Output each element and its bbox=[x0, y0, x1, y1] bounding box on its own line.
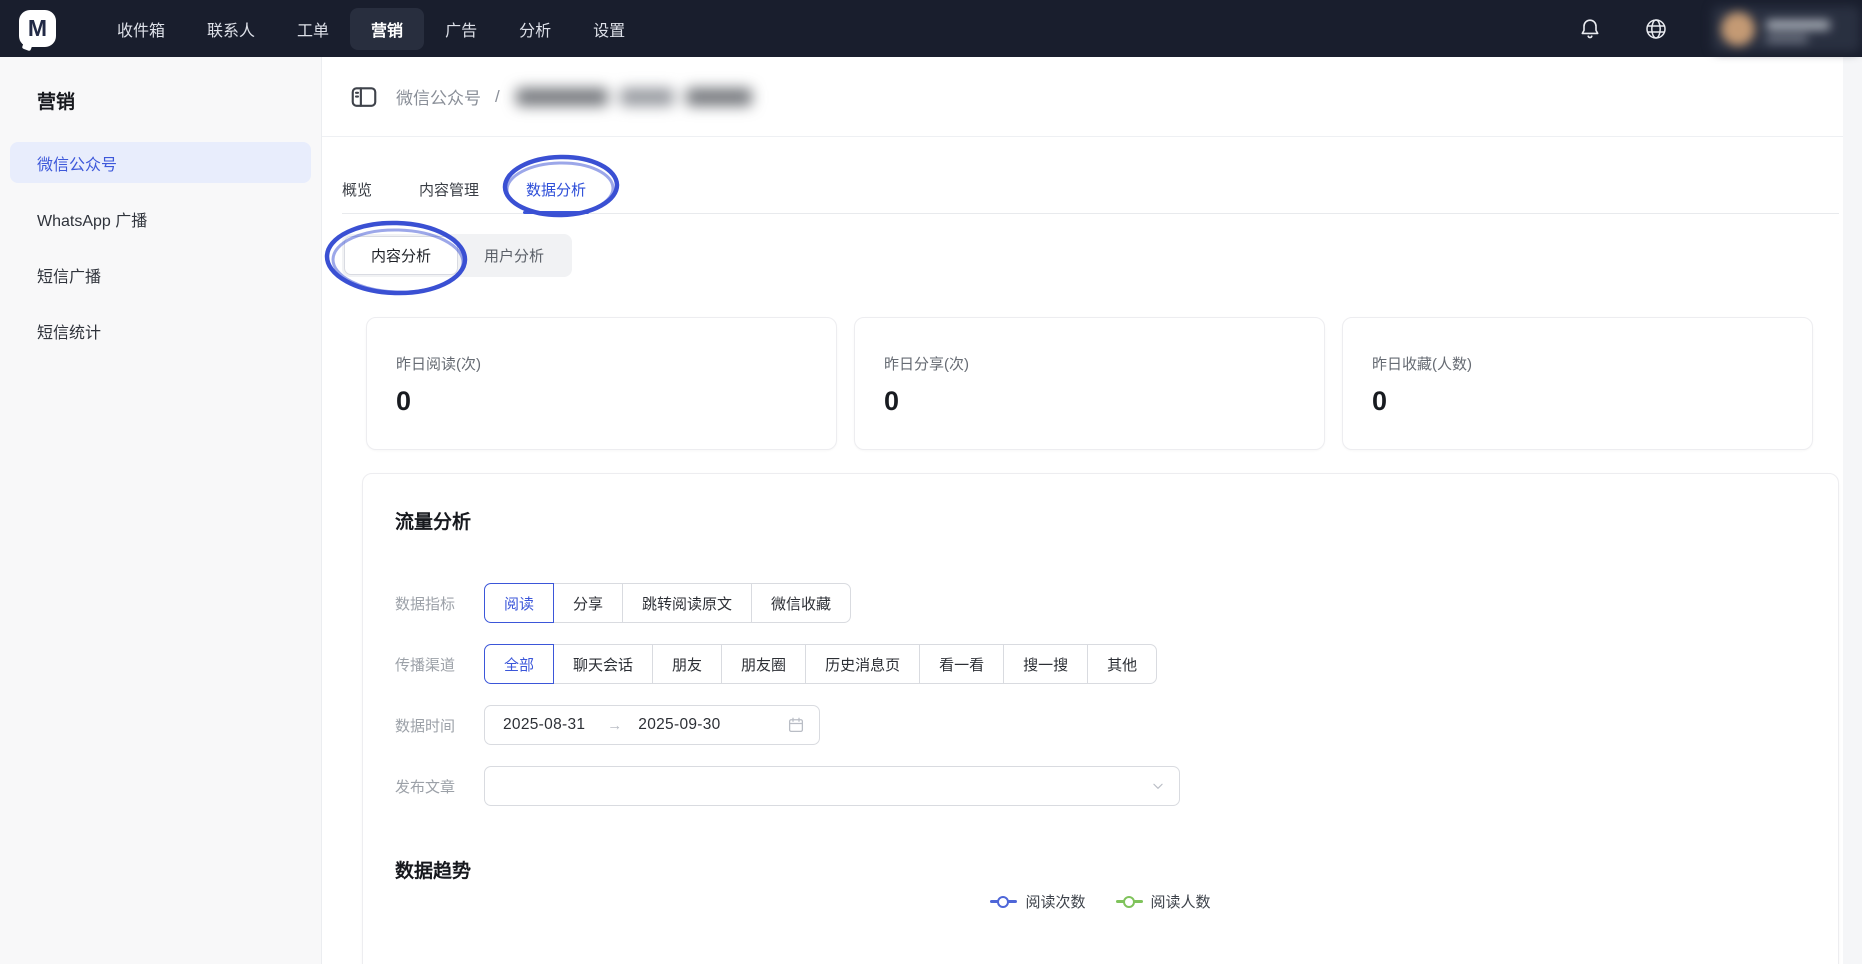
breadcrumb-separator: / bbox=[495, 87, 500, 107]
channel-option-6[interactable]: 搜一搜 bbox=[1003, 644, 1088, 684]
sidebar-title: 营销 bbox=[37, 87, 321, 114]
metric-option-0[interactable]: 阅读 bbox=[484, 583, 554, 623]
navbar-right bbox=[1578, 6, 1862, 52]
trend-legend: 阅读次数 阅读人数 bbox=[363, 891, 1838, 912]
date-end-value[interactable]: 2025-09-30 bbox=[638, 716, 720, 734]
traffic-analysis-card: 流量分析 数据指标 阅读分享跳转阅读原文微信收藏 传播渠道 全部聊天会话朋友朋友… bbox=[362, 473, 1839, 964]
sidebar: 营销 微信公众号 WhatsApp 广播短信广播短信统计 bbox=[0, 57, 322, 964]
metric-option-3[interactable]: 微信收藏 bbox=[751, 583, 851, 623]
stat-card-value: 0 bbox=[1372, 386, 1783, 417]
nav-item-marketing[interactable]: 营销 bbox=[350, 8, 424, 50]
calendar-icon[interactable] bbox=[787, 716, 805, 734]
article-filter-label: 发布文章 bbox=[395, 776, 484, 797]
app-logo[interactable]: M bbox=[19, 10, 56, 47]
channel-option-2[interactable]: 朋友 bbox=[652, 644, 722, 684]
tab-content-management[interactable]: 内容管理 bbox=[419, 165, 479, 213]
user-name-blurred bbox=[1766, 20, 1830, 30]
legend-label: 阅读次数 bbox=[1025, 891, 1085, 912]
subtab-switch: 内容分析用户分析 bbox=[342, 234, 572, 277]
channel-filter-row: 传播渠道 全部聊天会话朋友朋友圈历史消息页看一看搜一搜其他 bbox=[395, 644, 1157, 684]
nav-item-contacts[interactable]: 联系人 bbox=[186, 8, 276, 50]
stat-card: 昨日阅读(次) 0 bbox=[366, 317, 837, 450]
nav-item-analytics[interactable]: 分析 bbox=[498, 8, 572, 50]
legend-marker-icon bbox=[990, 896, 1017, 908]
channel-option-3[interactable]: 朋友圈 bbox=[721, 644, 806, 684]
sidebar-item-whatsapp-broadcast[interactable]: WhatsApp 广播 bbox=[10, 198, 311, 239]
page-title-blurred bbox=[516, 88, 752, 106]
stat-card: 昨日收藏(人数) 0 bbox=[1342, 317, 1813, 450]
chevron-down-icon bbox=[1151, 779, 1165, 793]
nav-item-tickets[interactable]: 工单 bbox=[276, 8, 350, 50]
article-select[interactable] bbox=[484, 766, 1180, 806]
date-filter-label: 数据时间 bbox=[395, 715, 484, 736]
user-role-blurred bbox=[1766, 35, 1808, 43]
legend-label: 阅读人数 bbox=[1151, 891, 1211, 912]
nav-item-ads[interactable]: 广告 bbox=[424, 8, 498, 50]
page-header: 微信公众号 / bbox=[322, 57, 1862, 137]
channel-filter-label: 传播渠道 bbox=[395, 654, 484, 675]
stat-card-label: 昨日分享(次) bbox=[884, 353, 1295, 374]
stat-cards-row: 昨日阅读(次) 0 昨日分享(次) 0 昨日收藏(人数) 0 bbox=[366, 317, 1813, 450]
date-range-arrow-icon: → bbox=[607, 717, 622, 734]
stat-card: 昨日分享(次) 0 bbox=[854, 317, 1325, 450]
sidebar-item-sms-broadcast[interactable]: 短信广播 bbox=[10, 254, 311, 295]
legend-item[interactable]: 阅读次数 bbox=[990, 891, 1085, 912]
user-account-chip-blurred[interactable] bbox=[1712, 6, 1860, 52]
channel-option-4[interactable]: 历史消息页 bbox=[805, 644, 920, 684]
legend-marker-icon bbox=[1116, 896, 1143, 908]
collapse-sidebar-icon[interactable] bbox=[349, 82, 379, 112]
globe-icon[interactable] bbox=[1644, 17, 1668, 41]
date-start-value[interactable]: 2025-08-31 bbox=[503, 716, 585, 734]
top-navbar: M 收件箱联系人工单营销广告分析设置 bbox=[0, 0, 1862, 57]
avatar bbox=[1721, 12, 1755, 46]
channel-button-group: 全部聊天会话朋友朋友圈历史消息页看一看搜一搜其他 bbox=[484, 644, 1157, 684]
article-filter-row: 发布文章 bbox=[395, 766, 1180, 806]
main-nav: 收件箱联系人工单营销广告分析设置 bbox=[96, 8, 646, 50]
stat-card-label: 昨日阅读(次) bbox=[396, 353, 807, 374]
metric-option-1[interactable]: 分享 bbox=[553, 583, 623, 623]
tab-data-analysis[interactable]: 数据分析 bbox=[526, 165, 586, 213]
tab-bar: 概览内容管理数据分析 bbox=[342, 165, 1839, 214]
subtab-user-analysis[interactable]: 用户分析 bbox=[458, 236, 570, 275]
metric-filter-row: 数据指标 阅读分享跳转阅读原文微信收藏 bbox=[395, 583, 851, 623]
legend-item[interactable]: 阅读人数 bbox=[1116, 891, 1211, 912]
channel-option-5[interactable]: 看一看 bbox=[919, 644, 1004, 684]
date-filter-row: 数据时间 2025-08-31 → 2025-09-30 bbox=[395, 705, 820, 745]
traffic-analysis-title: 流量分析 bbox=[395, 507, 471, 534]
stat-card-label: 昨日收藏(人数) bbox=[1372, 353, 1783, 374]
sidebar-item-sms-stats[interactable]: 短信统计 bbox=[10, 310, 311, 351]
tab-overview[interactable]: 概览 bbox=[342, 165, 372, 213]
channel-option-1[interactable]: 聊天会话 bbox=[553, 644, 653, 684]
subtab-content-analysis[interactable]: 内容分析 bbox=[344, 236, 458, 275]
metric-filter-label: 数据指标 bbox=[395, 593, 484, 614]
breadcrumb-section[interactable]: 微信公众号 bbox=[396, 84, 481, 109]
scrollbar-gutter[interactable] bbox=[1843, 57, 1862, 964]
sidebar-item-wechat-oa[interactable]: 微信公众号 bbox=[10, 142, 311, 183]
nav-item-inbox[interactable]: 收件箱 bbox=[96, 8, 186, 50]
data-trend-title: 数据趋势 bbox=[395, 856, 471, 883]
metric-button-group: 阅读分享跳转阅读原文微信收藏 bbox=[484, 583, 851, 623]
bell-icon[interactable] bbox=[1578, 17, 1602, 41]
sidebar-nav: 微信公众号 WhatsApp 广播短信广播短信统计 bbox=[0, 142, 321, 351]
metric-option-2[interactable]: 跳转阅读原文 bbox=[622, 583, 752, 623]
channel-option-7[interactable]: 其他 bbox=[1087, 644, 1157, 684]
date-range-picker[interactable]: 2025-08-31 → 2025-09-30 bbox=[484, 705, 820, 745]
main-content: 概览内容管理数据分析 内容分析用户分析 昨日阅读(次)0昨日分享(次)0昨日收藏… bbox=[322, 137, 1862, 964]
stat-card-value: 0 bbox=[396, 386, 807, 417]
channel-option-0[interactable]: 全部 bbox=[484, 644, 554, 684]
nav-item-settings[interactable]: 设置 bbox=[572, 8, 646, 50]
stat-card-value: 0 bbox=[884, 386, 1295, 417]
